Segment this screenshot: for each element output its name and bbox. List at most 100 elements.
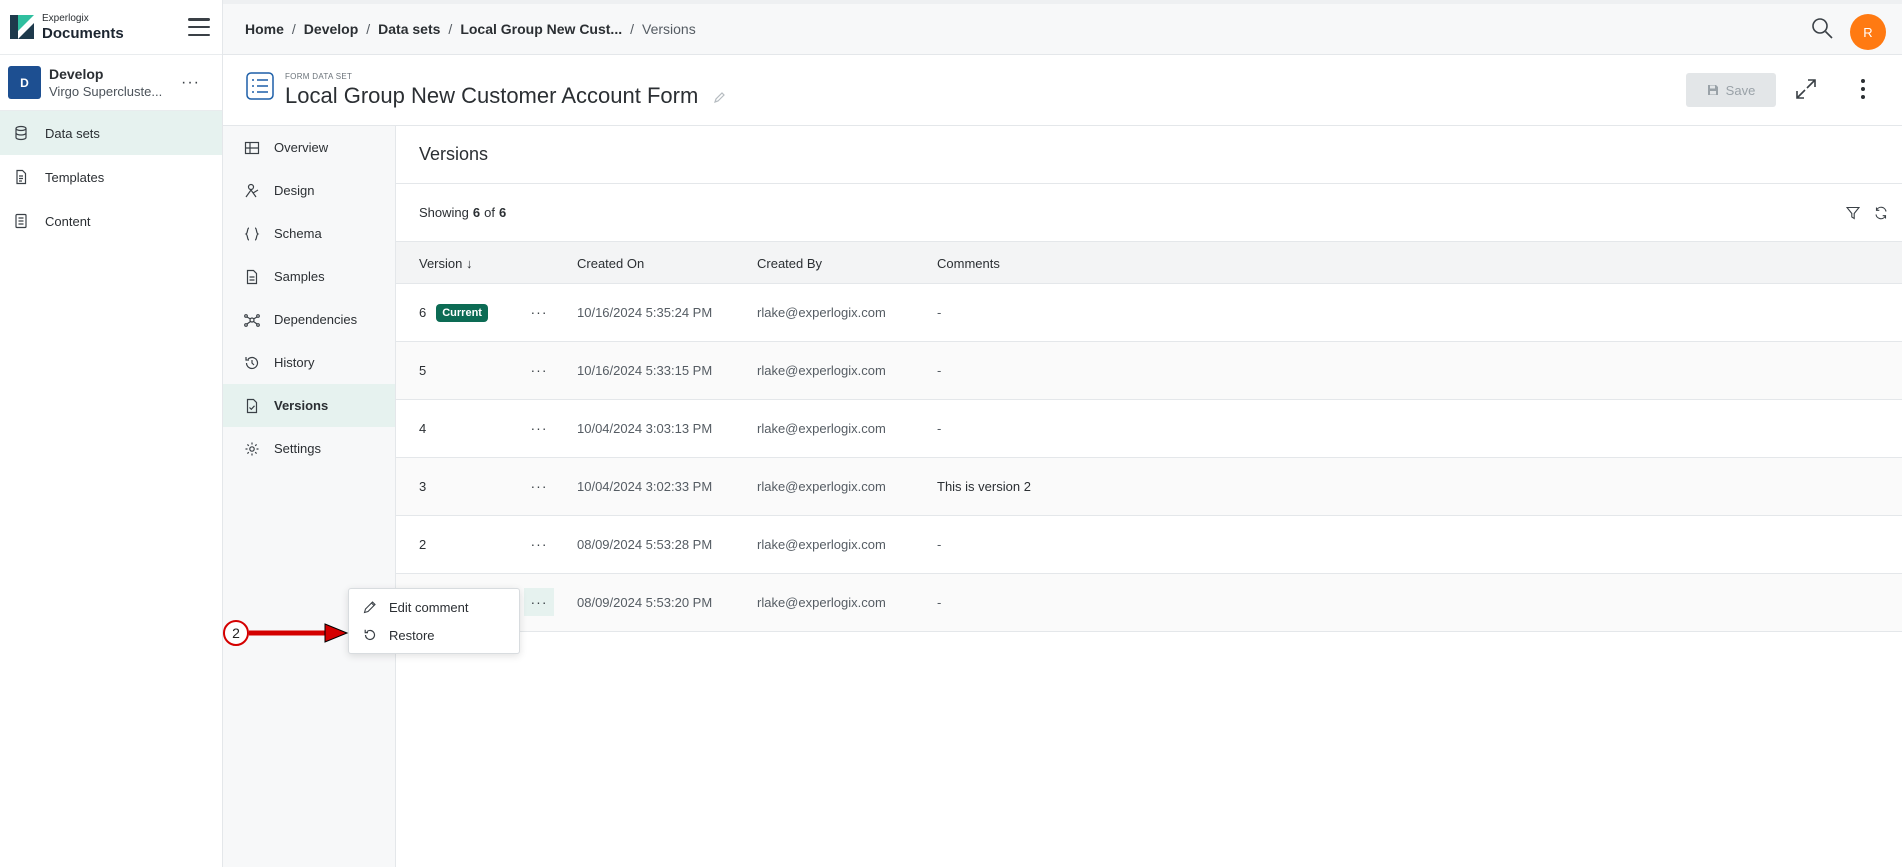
gear-icon [245, 442, 259, 455]
row-more-button[interactable]: ··· [524, 298, 554, 326]
table-row: 2 ··· 08/09/2024 5:53:28 PM rlake@experl… [396, 516, 1902, 574]
tab-label: Overview [274, 140, 329, 155]
kebab-menu-icon[interactable] [1860, 79, 1866, 99]
row-more-button[interactable]: ··· [524, 472, 554, 500]
version-number: 2 [419, 537, 427, 552]
created-by-cell: rlake@experlogix.com [757, 421, 886, 436]
breadcrumb-home[interactable]: Home [245, 21, 284, 37]
created-by-cell: rlake@experlogix.com [757, 479, 886, 494]
save-button-label: Save [1725, 82, 1756, 98]
table-row: 6 Current ··· 10/16/2024 5:35:24 PM rlake… [396, 284, 1902, 342]
column-created-by: Created By [757, 256, 823, 271]
column-comments: Comments [937, 256, 1000, 271]
versions-panel: Versions Showing 6 of 6 Version ↓ Create… [396, 126, 1902, 867]
tab-dependencies[interactable]: Dependencies [223, 298, 395, 341]
breadcrumb-data-sets[interactable]: Data sets [378, 21, 440, 37]
sidebar-item-templates[interactable]: Templates [0, 155, 222, 199]
logo-text: Experlogix Documents [42, 12, 124, 42]
row-more-button[interactable]: ··· [524, 356, 554, 384]
created-by-cell: rlake@experlogix.com [757, 363, 886, 378]
workspace-avatar: D [8, 66, 41, 99]
tab-overview[interactable]: Overview [223, 126, 395, 169]
menu-item-restore[interactable]: Restore [349, 621, 519, 649]
expand-icon[interactable] [1794, 77, 1818, 101]
breadcrumb-separator: / [630, 21, 634, 37]
column-created-on: Created On [577, 256, 645, 271]
workspace-more-button[interactable]: ··· [181, 74, 200, 92]
database-icon [15, 125, 27, 141]
comments-cell: - [937, 421, 942, 436]
tab-label: Design [274, 183, 315, 198]
floppy-disk-icon [1707, 85, 1718, 95]
table-row: 3 ··· 10/04/2024 3:02:33 PM rlake@experl… [396, 458, 1902, 516]
tab-label: Settings [274, 441, 321, 456]
breadcrumb: Home / Develop / Data sets / Local Group… [245, 21, 696, 37]
comments-cell: This is version 2 [937, 479, 1031, 494]
version-number: 3 [419, 479, 427, 494]
menu-item-label: Edit comment [389, 599, 469, 615]
tab-history[interactable]: History [223, 341, 395, 384]
comments-cell: - [937, 305, 942, 320]
breadcrumb-separator: / [448, 21, 453, 37]
filter-icon[interactable] [1846, 206, 1860, 220]
history-icon [245, 356, 259, 369]
created-by-cell: rlake@experlogix.com [757, 537, 886, 552]
sidebar-item-label: Data sets [45, 125, 100, 141]
comments-cell: - [937, 537, 942, 552]
logo-big-text: Documents [42, 24, 124, 42]
created-on-cell: 08/09/2024 5:53:28 PM [577, 537, 713, 552]
created-by-cell: rlake@experlogix.com [757, 595, 886, 610]
table-row: 4 ··· 10/04/2024 3:03:13 PM rlake@experl… [396, 400, 1902, 458]
sidebar-item-data-sets[interactable]: Data sets [0, 111, 222, 155]
breadcrumb-develop[interactable]: Develop [304, 21, 358, 37]
save-button[interactable]: Save [1686, 73, 1776, 107]
row-more-button[interactable]: ··· [524, 588, 554, 616]
tab-label: Samples [274, 269, 325, 284]
showing-of: of [484, 205, 495, 220]
created-on-cell: 10/16/2024 5:33:15 PM [577, 363, 713, 378]
top-bar: Home / Develop / Data sets / Local Group… [223, 0, 1902, 55]
menu-item-edit-comment[interactable]: Edit comment [349, 593, 519, 621]
page-header: FORM DATA SET Local Group New Customer A… [223, 55, 1902, 126]
refresh-icon[interactable] [1874, 206, 1888, 220]
tab-versions[interactable]: Versions [223, 384, 395, 427]
template-file-icon [16, 169, 27, 185]
version-number: 5 [419, 363, 427, 378]
sidebar-item-label: Templates [45, 169, 105, 185]
tab-samples[interactable]: Samples [223, 255, 395, 298]
tab-label: Versions [274, 398, 329, 413]
document-icon [246, 269, 258, 284]
user-avatar[interactable]: R [1850, 14, 1886, 50]
menu-item-label: Restore [389, 627, 435, 643]
section-title: Versions [396, 126, 1902, 184]
column-version[interactable]: Version ↓ [419, 256, 472, 271]
restore-icon [364, 629, 376, 641]
row-more-button[interactable]: ··· [524, 414, 554, 442]
page-title-text: Local Group New Customer Account Form [285, 83, 699, 108]
created-on-cell: 10/16/2024 5:35:24 PM [577, 305, 713, 320]
design-icon [245, 183, 259, 197]
created-on-cell: 08/09/2024 5:53:20 PM [577, 595, 713, 610]
workspace-text: Develop Virgo Supercluste... [49, 66, 162, 99]
sidebar-item-content[interactable]: Content [0, 199, 222, 243]
hamburger-menu-icon[interactable] [188, 18, 210, 36]
pencil-icon [363, 601, 376, 614]
search-icon[interactable] [1810, 16, 1834, 40]
workspace-switcher[interactable]: D Develop Virgo Supercluste... ··· [0, 55, 222, 111]
workspace-subtitle: Virgo Supercluste... [49, 84, 163, 99]
breadcrumb-separator: / [291, 21, 296, 37]
row-more-button[interactable]: ··· [524, 530, 554, 558]
table-header: Version ↓ Created On Created By Comments [396, 242, 1902, 284]
breadcrumb-form[interactable]: Local Group New Cust... [460, 21, 622, 37]
showing-count-value: 6 [472, 205, 481, 220]
network-icon [244, 313, 260, 327]
logo-small-text: Experlogix [42, 12, 89, 24]
tab-schema[interactable]: Schema [223, 212, 395, 255]
row-context-menu: Edit comment Restore [348, 588, 520, 654]
tab-label: Dependencies [274, 312, 358, 327]
edit-title-pencil-icon[interactable] [714, 91, 726, 104]
annotation-arrow-icon [249, 623, 349, 643]
page-title: Local Group New Customer Account Form [285, 83, 726, 109]
tab-design[interactable]: Design [223, 169, 395, 212]
tab-settings[interactable]: Settings [223, 427, 395, 470]
